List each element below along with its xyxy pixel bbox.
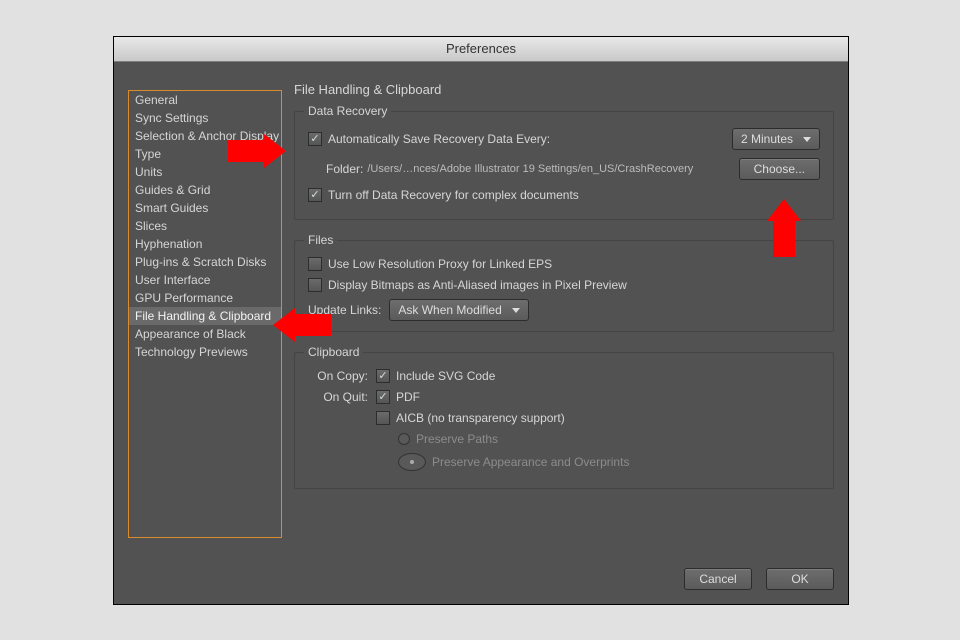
legend-clipboard: Clipboard: [304, 345, 363, 359]
sidebar-item-selection-anchor-display[interactable]: Selection & Anchor Display: [129, 127, 281, 145]
label-on-copy: On Copy:: [308, 369, 368, 383]
label-preserve-appearance: Preserve Appearance and Overprints: [432, 455, 629, 469]
folder-path: /Users/…nces/Adobe Illustrator 19 Settin…: [367, 163, 693, 175]
checkbox-include-svg[interactable]: [376, 369, 390, 383]
label-folder: Folder:: [326, 162, 363, 176]
sidebar-item-gpu-performance[interactable]: GPU Performance: [129, 289, 281, 307]
choose-button[interactable]: Choose...: [739, 158, 820, 180]
radio-preserve-appearance[interactable]: [398, 453, 426, 471]
chevron-down-icon: [803, 137, 811, 142]
dropdown-update-links[interactable]: Ask When Modified: [389, 299, 528, 321]
label-update-links: Update Links:: [308, 303, 381, 317]
label-preserve-paths: Preserve Paths: [416, 432, 498, 446]
checkbox-display-bitmaps[interactable]: [308, 278, 322, 292]
checkbox-pdf[interactable]: [376, 390, 390, 404]
dropdown-value: 2 Minutes: [741, 132, 793, 146]
sidebar-item-user-interface[interactable]: User Interface: [129, 271, 281, 289]
sidebar-item-file-handling-clipboard[interactable]: File Handling & Clipboard: [129, 307, 281, 325]
sidebar-item-sync-settings[interactable]: Sync Settings: [129, 109, 281, 127]
label-pdf: PDF: [396, 390, 420, 404]
legend-data-recovery: Data Recovery: [304, 104, 391, 118]
label-aicb: AICB (no transparency support): [396, 411, 565, 425]
label-include-svg: Include SVG Code: [396, 369, 495, 383]
preferences-dialog: Preferences GeneralSync SettingsSelectio…: [113, 36, 849, 605]
sidebar-item-general[interactable]: General: [129, 91, 281, 109]
checkbox-auto-save[interactable]: [308, 132, 322, 146]
sidebar-item-type[interactable]: Type: [129, 145, 281, 163]
checkbox-turn-off-complex[interactable]: [308, 188, 322, 202]
sidebar-item-guides-grid[interactable]: Guides & Grid: [129, 181, 281, 199]
sidebar-item-units[interactable]: Units: [129, 163, 281, 181]
group-clipboard: Clipboard On Copy: Include SVG Code On Q…: [294, 352, 834, 489]
label-display-bitmaps: Display Bitmaps as Anti-Aliased images i…: [328, 278, 627, 292]
label-low-res-proxy: Use Low Resolution Proxy for Linked EPS: [328, 257, 552, 271]
checkbox-low-res-proxy[interactable]: [308, 257, 322, 271]
sidebar-item-slices[interactable]: Slices: [129, 217, 281, 235]
sidebar-item-technology-previews[interactable]: Technology Previews: [129, 343, 281, 361]
label-turn-off-complex: Turn off Data Recovery for complex docum…: [328, 188, 579, 202]
category-sidebar: GeneralSync SettingsSelection & Anchor D…: [128, 90, 282, 538]
radio-preserve-paths[interactable]: [398, 433, 410, 445]
sidebar-item-smart-guides[interactable]: Smart Guides: [129, 199, 281, 217]
titlebar: Preferences: [114, 37, 848, 62]
label-auto-save: Automatically Save Recovery Data Every:: [328, 132, 550, 146]
label-on-quit: On Quit:: [308, 390, 368, 404]
sidebar-item-plug-ins-scratch-disks[interactable]: Plug-ins & Scratch Disks: [129, 253, 281, 271]
legend-files: Files: [304, 233, 337, 247]
checkbox-aicb[interactable]: [376, 411, 390, 425]
cancel-button[interactable]: Cancel: [684, 568, 752, 590]
dropdown-value: Ask When Modified: [398, 303, 501, 317]
section-title: File Handling & Clipboard: [294, 82, 834, 97]
ok-button[interactable]: OK: [766, 568, 834, 590]
group-files: Files Use Low Resolution Proxy for Linke…: [294, 240, 834, 332]
sidebar-item-appearance-of-black[interactable]: Appearance of Black: [129, 325, 281, 343]
dropdown-recovery-interval[interactable]: 2 Minutes: [732, 128, 820, 150]
group-data-recovery: Data Recovery Automatically Save Recover…: [294, 111, 834, 220]
sidebar-item-hyphenation[interactable]: Hyphenation: [129, 235, 281, 253]
chevron-down-icon: [512, 308, 520, 313]
